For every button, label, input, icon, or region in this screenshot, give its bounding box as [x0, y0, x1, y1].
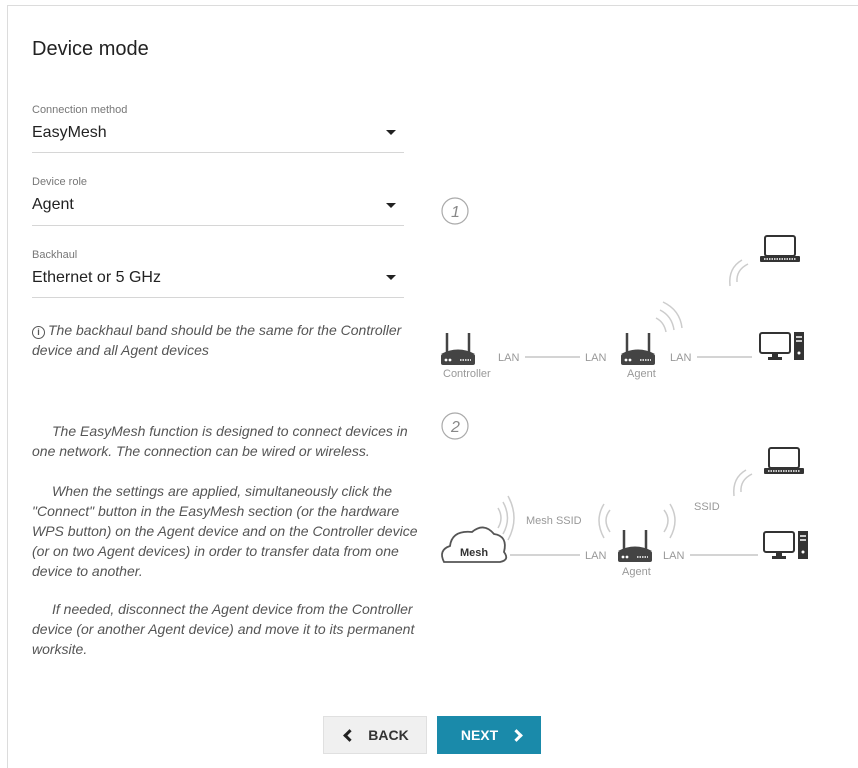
back-button[interactable]: BACK — [323, 716, 427, 754]
laptop-icon — [759, 235, 801, 263]
desktop-icon — [759, 331, 805, 361]
wifi-signal-icon — [655, 301, 683, 333]
device-role-value: Agent — [32, 196, 74, 213]
chevron-left-icon — [343, 728, 357, 742]
agent-label: Agent — [622, 566, 651, 578]
backhaul-note-text: The backhaul band should be the same for… — [32, 322, 402, 358]
page-title: Device mode — [32, 38, 149, 60]
step-1-number: 1 — [451, 204, 460, 221]
connection-method-label: Connection method — [32, 104, 128, 116]
device-role-select[interactable]: Device role Agent — [32, 176, 404, 226]
step-2-diagram: 2 Mesh Mesh SSID LAN Agent LAN SSID — [441, 412, 809, 578]
backhaul-label: Backhaul — [32, 249, 78, 261]
mesh-ssid-label: Mesh SSID — [526, 515, 582, 527]
lan-label-2: LAN — [663, 550, 684, 562]
chevron-down-icon — [386, 275, 396, 280]
description-paragraph-3: If needed, disconnect the Agent device f… — [32, 601, 415, 657]
next-button[interactable]: NEXT — [437, 716, 541, 754]
desktop-icon — [763, 530, 809, 560]
cloud-label: Mesh — [460, 547, 488, 559]
lan-label-1: LAN — [585, 550, 606, 562]
connection-method-value: EasyMesh — [32, 124, 107, 141]
wifi-signal-icon — [733, 469, 753, 497]
lan-label-1: LAN — [498, 352, 519, 364]
wifi-signal-icon — [729, 259, 749, 287]
chevron-down-icon — [386, 130, 396, 135]
connection-method-select[interactable]: Connection method EasyMesh — [32, 104, 404, 153]
lan-label-3: LAN — [670, 352, 691, 364]
chevron-right-icon — [510, 728, 524, 742]
next-button-label: NEXT — [460, 727, 499, 743]
step-2-number: 2 — [450, 419, 460, 436]
description-paragraph-1: The EasyMesh function is designed to con… — [32, 423, 408, 459]
controller-label: Controller — [443, 368, 491, 380]
agent-label: Agent — [627, 368, 656, 380]
backhaul-note: i The backhaul band should be the same fo… — [32, 320, 424, 360]
step-1-diagram: 1 Controller LAN LAN Agent LAN — [439, 197, 805, 380]
back-button-label: BACK — [368, 727, 409, 743]
agent-router-icon — [616, 528, 654, 564]
lan-label-2: LAN — [585, 352, 606, 364]
ssid-label: SSID — [694, 501, 720, 513]
description-paragraph-2: When the settings are applied, simultane… — [32, 483, 418, 579]
wifi-signal-icon — [497, 495, 515, 541]
backhaul-select[interactable]: Backhaul Ethernet or 5 GHz — [32, 249, 404, 298]
backhaul-value: Ethernet or 5 GHz — [32, 269, 161, 286]
agent-router-icon — [619, 331, 657, 367]
wifi-signal-icon — [598, 503, 676, 539]
info-icon: i — [32, 326, 45, 339]
chevron-down-icon — [386, 203, 396, 208]
laptop-icon — [763, 447, 805, 475]
controller-router-icon — [439, 331, 477, 367]
device-role-label: Device role — [32, 176, 88, 188]
easymesh-diagram: 1 Controller LAN LAN Agent LAN 2 Mesh Me… — [430, 190, 830, 590]
